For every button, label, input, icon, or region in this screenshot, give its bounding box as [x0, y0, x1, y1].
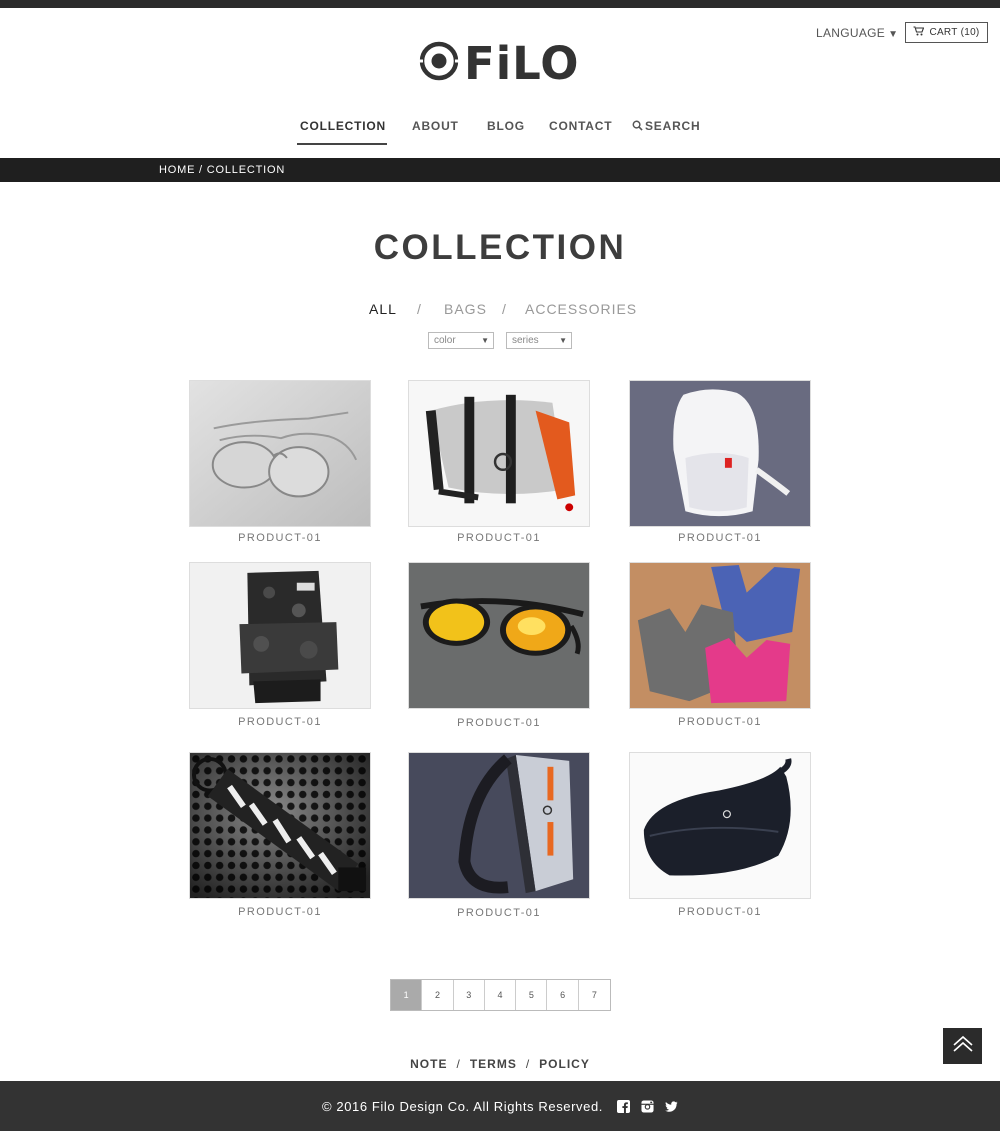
- filter-all[interactable]: ALL: [369, 301, 397, 317]
- page-button[interactable]: 2: [422, 980, 454, 1010]
- logo-text: FiLO: [464, 37, 580, 90]
- footer-link-policy[interactable]: POLICY: [539, 1057, 590, 1071]
- nav-contact[interactable]: CONTACT: [549, 119, 612, 133]
- product-name[interactable]: PRODUCT-01: [629, 532, 811, 544]
- brand-logo[interactable]: FiLO: [418, 40, 580, 87]
- product-image-sports-bras[interactable]: [629, 562, 811, 709]
- series-select[interactable]: series ▼: [506, 332, 572, 349]
- facebook-icon[interactable]: [617, 1099, 631, 1113]
- dropdown-arrow-icon: ▼: [481, 336, 489, 345]
- page-button[interactable]: 3: [454, 980, 485, 1010]
- breadcrumb-current: COLLECTION: [206, 164, 286, 176]
- filter-separator: /: [417, 301, 422, 317]
- page-title: COLLECTION: [373, 228, 627, 267]
- product-name[interactable]: PRODUCT-01: [408, 907, 590, 919]
- breadcrumb-separator: /: [195, 164, 207, 176]
- product-name[interactable]: PRODUCT-01: [189, 906, 371, 918]
- dropdown-arrow-icon: ▼: [559, 336, 567, 345]
- filter-bags[interactable]: BAGS: [444, 301, 487, 317]
- filter-separator: /: [502, 301, 507, 317]
- product-name[interactable]: PRODUCT-01: [189, 532, 371, 544]
- footer-link-terms[interactable]: TERMS: [470, 1057, 517, 1071]
- breadcrumb-home[interactable]: HOME: [159, 164, 195, 176]
- product-image-mirror-sunglasses[interactable]: [408, 562, 590, 709]
- page-button[interactable]: 7: [579, 980, 610, 1010]
- product-image-sling-bag[interactable]: [408, 752, 590, 899]
- filter-accessories[interactable]: ACCESSORIES: [525, 301, 637, 317]
- nav-active-underline: [297, 143, 387, 145]
- color-select-value: color: [434, 335, 456, 346]
- footer-link-separator: /: [525, 1057, 531, 1071]
- social-links: [617, 1099, 678, 1113]
- pagination: 1 2 3 4 5 6 7: [390, 979, 612, 1011]
- page-button[interactable]: 1: [391, 980, 423, 1010]
- footer-links: NOTE / TERMS / POLICY: [0, 1057, 1000, 1071]
- product-name[interactable]: PRODUCT-01: [629, 716, 811, 728]
- product-name[interactable]: PRODUCT-01: [408, 532, 590, 544]
- series-select-value: series: [512, 335, 539, 346]
- product-image-camera-strap[interactable]: [189, 752, 371, 899]
- color-select[interactable]: color ▼: [428, 332, 494, 349]
- chevron-down-icon: ▼: [888, 29, 899, 40]
- language-selector[interactable]: LANGUAGE ▼: [816, 26, 898, 40]
- page-button[interactable]: 6: [547, 980, 579, 1010]
- site-footer: © 2016 Filo Design Co. All Rights Reserv…: [0, 1081, 1000, 1131]
- copyright-text: © 2016 Filo Design Co. All Rights Reserv…: [321, 1098, 604, 1114]
- twitter-icon[interactable]: [665, 1100, 678, 1113]
- product-name[interactable]: PRODUCT-01: [629, 906, 811, 918]
- cart-label: CART (10): [929, 27, 980, 38]
- breadcrumb: HOME / COLLECTION: [0, 158, 1000, 182]
- nav-search[interactable]: SEARCH: [632, 119, 700, 133]
- product-name[interactable]: PRODUCT-01: [408, 717, 590, 729]
- category-filter: ALL / BAGS / ACCESSORIES: [0, 301, 1000, 321]
- footer-link-note[interactable]: NOTE: [410, 1057, 447, 1071]
- cart-icon: [913, 26, 925, 39]
- language-label: LANGUAGE: [816, 26, 886, 40]
- page-button[interactable]: 5: [516, 980, 548, 1010]
- logo-emblem-icon: [418, 40, 460, 87]
- product-image-white-backpack[interactable]: [629, 380, 811, 527]
- instagram-icon[interactable]: [641, 1099, 654, 1113]
- nav-collection[interactable]: COLLECTION: [300, 119, 386, 133]
- top-bar: [0, 0, 1000, 8]
- nav-blog[interactable]: BLOG: [487, 119, 525, 133]
- product-image-aviator-sunglasses[interactable]: [189, 380, 371, 527]
- search-icon: [632, 119, 645, 133]
- page-button[interactable]: 4: [485, 980, 517, 1010]
- nav-search-label: SEARCH: [645, 119, 701, 133]
- cart-button[interactable]: CART (10): [905, 22, 988, 43]
- product-image-messenger-bag[interactable]: [408, 380, 590, 527]
- product-name[interactable]: PRODUCT-01: [189, 716, 371, 728]
- product-image-waist-bag[interactable]: [629, 752, 811, 899]
- footer-link-separator: /: [456, 1057, 461, 1071]
- double-chevron-up-icon: [952, 1035, 974, 1058]
- product-image-camo-backpack[interactable]: [189, 562, 371, 709]
- main-nav: COLLECTION ABOUT BLOG CONTACT SEARCH: [0, 119, 1000, 149]
- nav-about[interactable]: ABOUT: [412, 119, 459, 133]
